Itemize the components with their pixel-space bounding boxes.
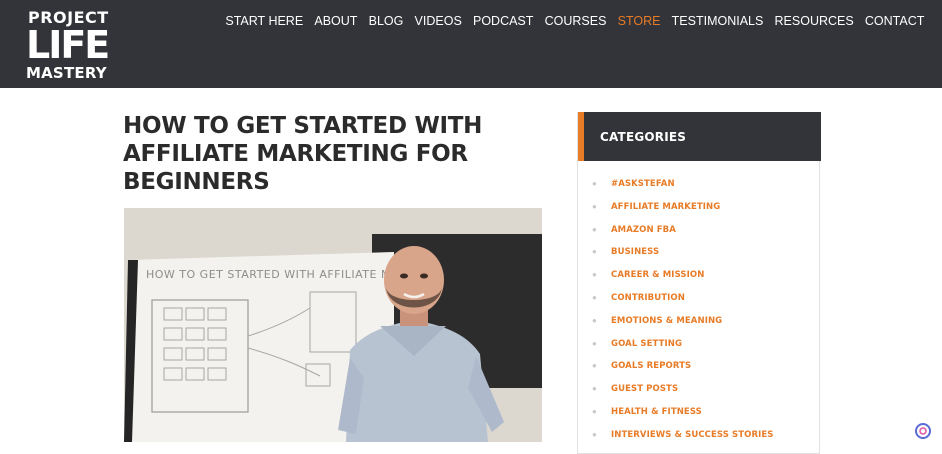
nav-contact[interactable]: CONTACT [859,14,930,28]
bullet-icon: ● [592,429,597,439]
categories-sidebar: CATEGORIES ● #ASKSTEFAN ● AFFILIATE MARKET… [577,112,821,454]
bullet-icon: ● [592,384,597,394]
category-item: ● GUEST POSTS [592,384,774,407]
bullet-icon: ● [592,247,597,257]
nav-videos[interactable]: VIDEOS [409,14,467,28]
bullet-icon: ● [592,361,597,371]
nav-podcast[interactable]: PODCAST [467,14,539,28]
nav-blog[interactable]: BLOG [363,14,409,28]
category-item: ● EMOTIONS & MEANING [592,316,774,339]
nav-start-here[interactable]: START HERE [220,14,309,28]
nav-store[interactable]: STORE [612,14,666,28]
video-scene: HOW TO GET STARTED WITH AFFILIATE MA [124,208,542,442]
category-link-goals-reports[interactable]: GOALS REPORTS [611,361,691,371]
bullet-icon: ● [592,179,597,188]
category-link-affiliate-marketing[interactable]: AFFILIATE MARKETING [611,202,720,212]
category-item: ● AFFILIATE MARKETING [592,202,774,225]
category-item: ● #ASKSTEFAN [592,179,774,202]
nav-courses[interactable]: COURSES [539,14,612,28]
whiteboard-text: HOW TO GET STARTED WITH AFFILIATE MA [146,268,399,281]
category-item: ● AMAZON FBA [592,225,774,248]
category-link-goal-setting[interactable]: GOAL SETTING [611,339,682,349]
logo-line-2: LIFE [26,23,110,67]
category-link-business[interactable]: BUSINESS [611,247,659,257]
site-logo[interactable]: PROJECT LIFE MASTERY [26,9,118,82]
category-item: ● GOALS REPORTS [592,361,774,384]
bullet-icon: ● [592,224,597,234]
category-link-contribution[interactable]: CONTRIBUTION [611,293,685,303]
chat-bubble-icon[interactable] [914,422,932,440]
nav-testimonials[interactable]: TESTIMONIALS [666,14,769,28]
category-link-interviews-success-stories[interactable]: INTERVIEWS & SUCCESS STORIES [611,430,774,440]
bullet-icon: ● [592,292,597,302]
main-nav: START HERE ABOUT BLOG VIDEOS PODCAST COU… [220,14,930,28]
categories-header: CATEGORIES [578,112,821,161]
bullet-icon: ● [592,315,597,325]
bullet-icon: ● [592,270,597,280]
category-item: ● INTERVIEWS & SUCCESS STORIES [592,430,774,453]
video-thumbnail[interactable]: HOW TO GET STARTED WITH AFFILIATE MA [124,208,542,442]
bullet-icon: ● [592,201,597,211]
category-list: ● #ASKSTEFAN ● AFFILIATE MARKETING ● AMAZON… [592,179,774,453]
logo-line-3: MASTERY [26,64,107,82]
category-item: ● HEALTH & FITNESS [592,407,774,430]
bullet-icon: ● [592,338,597,348]
category-item: ● CONTRIBUTION [592,293,774,316]
category-item: ● BUSINESS [592,247,774,270]
category-link-career-mission[interactable]: CAREER & MISSION [611,270,704,280]
category-link-guest-posts[interactable]: GUEST POSTS [611,384,678,394]
category-link-askstefan[interactable]: #ASKSTEFAN [611,179,675,189]
category-link-health-fitness[interactable]: HEALTH & FITNESS [611,407,702,417]
nav-about[interactable]: ABOUT [309,14,363,28]
article-title: HOW TO GET STARTED WITH AFFILIATE MARKET… [123,113,483,195]
category-item: ● GOAL SETTING [592,339,774,362]
category-link-amazon-fba[interactable]: AMAZON FBA [611,225,676,235]
categories-heading: CATEGORIES [600,130,687,144]
site-header: PROJECT LIFE MASTERY START HERE ABOUT BL… [0,0,942,88]
nav-resources[interactable]: RESOURCES [769,14,859,28]
bullet-icon: ● [592,406,597,416]
category-link-emotions-meaning[interactable]: EMOTIONS & MEANING [611,316,722,326]
category-item: ● CAREER & MISSION [592,270,774,293]
